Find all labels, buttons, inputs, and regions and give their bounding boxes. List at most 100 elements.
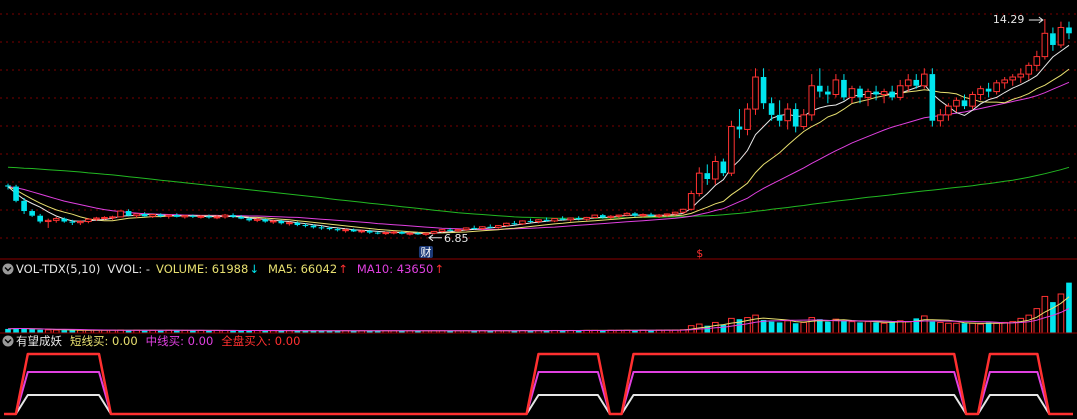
volume-trend-arrow-icon: ↓	[249, 262, 259, 276]
candle	[430, 230, 438, 235]
circle-chevron-down-icon[interactable]	[2, 335, 14, 347]
candle	[800, 109, 808, 130]
indicator-signal-lines	[4, 352, 1073, 416]
volume-bar	[29, 329, 35, 333]
mid-term-buy-value: 中线买: 0.00	[146, 334, 214, 348]
candle	[896, 79, 904, 101]
candle	[784, 103, 791, 130]
candle	[494, 225, 502, 229]
candle	[937, 109, 944, 127]
candle	[993, 79, 1000, 95]
candle	[230, 213, 236, 219]
ma-mid-line	[7, 81, 1070, 230]
event-marker[interactable]: $	[696, 247, 703, 260]
candle	[648, 212, 654, 217]
volume-bar	[904, 321, 912, 334]
volume-bar	[825, 321, 831, 333]
candle	[44, 218, 52, 228]
candle	[583, 216, 591, 221]
volume-bar	[953, 322, 960, 334]
volume-bar	[961, 323, 968, 333]
candlestick-series	[5, 19, 1072, 236]
candle	[1025, 62, 1033, 80]
stock-chart-canvas[interactable]: 14.29 6.85 财 $ VOL-TDX(5,10) VVOL: - VOL…	[0, 0, 1077, 419]
volume-bar	[1041, 295, 1049, 334]
volume-bar	[1066, 282, 1072, 333]
mid-term-buy-line	[4, 371, 1073, 415]
candle	[825, 85, 831, 104]
candle	[728, 120, 735, 177]
candle	[808, 74, 816, 121]
candle	[1001, 77, 1008, 89]
candle	[109, 215, 116, 220]
volume-bar	[848, 321, 856, 334]
indicator-name[interactable]: 有望成妖	[16, 334, 62, 348]
high-price-label: 14.29	[993, 13, 1025, 26]
ma10-trend-arrow-icon: ↑	[434, 262, 444, 276]
candle	[262, 218, 269, 223]
candle	[221, 213, 229, 219]
low-price-arrow-icon	[428, 234, 442, 242]
candle	[85, 218, 92, 224]
candle	[551, 218, 558, 223]
candle	[712, 155, 719, 185]
volume-bar	[985, 322, 992, 333]
candle	[390, 230, 398, 235]
candle	[760, 68, 767, 110]
candle	[173, 213, 180, 218]
candle	[679, 208, 687, 214]
candle	[945, 103, 952, 121]
low-price-label: 6.85	[444, 232, 469, 245]
full-buy-value: 全盘买入: 0.00	[221, 334, 300, 348]
volume-bar	[857, 322, 863, 333]
vvol-value: VVOL: -	[107, 262, 150, 276]
ma-fast-line	[7, 44, 1070, 235]
candle	[1017, 68, 1025, 83]
candle	[13, 184, 19, 203]
volume-bar	[896, 320, 904, 334]
candle	[632, 212, 638, 217]
candle	[841, 74, 847, 101]
candle	[117, 210, 124, 218]
ma5-trend-arrow-icon: ↑	[338, 262, 348, 276]
ma-short-line	[7, 68, 1070, 234]
candle	[695, 167, 703, 197]
candle	[1057, 21, 1065, 48]
candle	[904, 74, 912, 92]
candle	[607, 215, 615, 220]
circle-chevron-down-icon[interactable]	[2, 263, 14, 275]
volume-bar	[1001, 321, 1008, 334]
full-buy-line	[4, 352, 1073, 416]
candle	[720, 158, 727, 177]
short-term-buy-line	[4, 394, 1073, 415]
volume-bar	[768, 321, 775, 333]
volume-bar	[993, 322, 1000, 334]
candle	[1066, 21, 1072, 40]
candle	[864, 88, 872, 107]
volume-bar	[5, 328, 11, 333]
volume-bar	[864, 321, 872, 334]
volume-bar	[945, 322, 952, 334]
candle	[1050, 27, 1056, 51]
volume-bar-series	[5, 282, 1072, 334]
volume-indicator-name[interactable]: VOL-TDX(5,10)	[16, 262, 100, 276]
volume-bar	[929, 321, 936, 333]
candle	[985, 82, 992, 98]
candle	[752, 68, 759, 115]
financial-report-badge-label: 财	[420, 245, 431, 259]
candle	[832, 74, 840, 98]
volume-ma5-value: MA5: 66042	[268, 262, 337, 276]
volume-bar	[937, 321, 944, 334]
volume-bar	[752, 314, 759, 334]
volume-bar	[969, 322, 976, 334]
candle	[149, 213, 157, 219]
candle	[1041, 19, 1049, 60]
candle	[776, 100, 783, 127]
candle	[519, 220, 526, 226]
volume-bar	[720, 324, 727, 333]
volume-bar	[841, 320, 847, 333]
short-term-buy-value: 短线买: 0.00	[70, 334, 138, 348]
volume-panel-header: VOL-TDX(5,10) VVOL: - VOLUME: 61988 ↓ MA…	[2, 262, 444, 276]
candle	[969, 91, 976, 110]
candle	[422, 232, 430, 236]
